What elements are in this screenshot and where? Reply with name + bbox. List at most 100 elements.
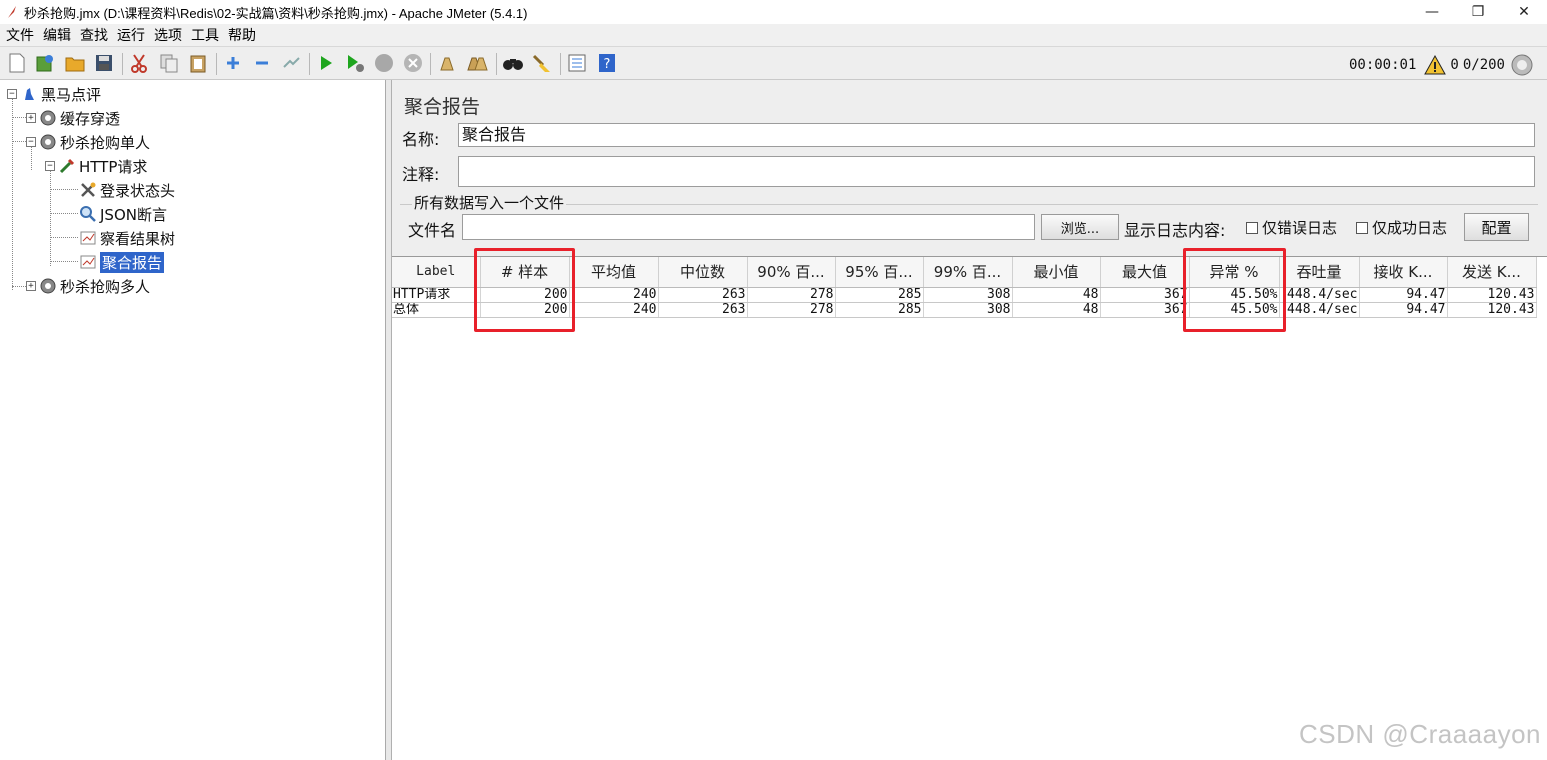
column-header-sent[interactable]: 发送 K...: [1447, 257, 1537, 288]
tree-node-flash-sale-single[interactable]: − 秒杀抢购单人: [26, 131, 150, 153]
maximize-button[interactable]: ❐: [1455, 0, 1501, 24]
watermark: CSDN @Craaaayon: [1299, 719, 1541, 749]
save-icon[interactable]: [93, 52, 115, 74]
column-header-median[interactable]: 中位数: [658, 257, 748, 288]
success-only-checkbox[interactable]: 仅成功日志: [1356, 217, 1447, 238]
listener-chart-icon: [79, 253, 97, 271]
table-cell: 308: [923, 287, 1013, 303]
templates-icon[interactable]: [34, 52, 56, 74]
thread-group-gear-icon: [39, 109, 57, 127]
tree-node-view-results-tree[interactable]: 察看结果树: [79, 227, 175, 249]
function-helper-icon[interactable]: [566, 52, 588, 74]
table-cell: 285: [835, 302, 924, 318]
window-title: 秒杀抢购.jmx (D:\课程资料\Redis\02-实战篇\资料\秒杀抢购.j…: [24, 5, 528, 21]
tree-label-flash-sale-single: 秒杀抢购单人: [60, 133, 151, 152]
tree-node-json-assertion[interactable]: JSON断言: [79, 203, 167, 225]
table-cell: 94.47: [1359, 302, 1448, 318]
reset-search-icon[interactable]: [531, 52, 553, 74]
tree-node-login-header[interactable]: 登录状态头: [79, 179, 175, 201]
new-icon[interactable]: [6, 52, 28, 74]
collapse-toggle[interactable]: −: [26, 137, 36, 147]
open-icon[interactable]: [64, 52, 86, 74]
collapse-toggle[interactable]: −: [7, 89, 17, 99]
tree-label-flash-sale-multi: 秒杀抢购多人: [60, 277, 151, 296]
column-header-label[interactable]: Label: [392, 257, 481, 288]
jmeter-feather-icon: [8, 6, 16, 18]
toolbar: ? 00:00:01 0 0/200: [0, 46, 1547, 80]
collapse-toggle[interactable]: −: [45, 161, 55, 171]
menu-file[interactable]: 文件: [6, 25, 34, 45]
test-status: 00:00:01 0 0/200: [1345, 54, 1533, 76]
column-header-p99[interactable]: 99% 百...: [923, 257, 1013, 288]
expand-toggle[interactable]: +: [26, 113, 36, 123]
search-icon[interactable]: [502, 52, 524, 74]
clear-icon[interactable]: [436, 52, 458, 74]
help-icon[interactable]: ?: [596, 52, 618, 74]
table-cell: 448.4/sec: [1279, 302, 1360, 318]
table-cell: 263: [658, 287, 748, 303]
minimize-button[interactable]: —: [1409, 0, 1455, 24]
column-header-min[interactable]: 最小值: [1012, 257, 1101, 288]
results-table-area: Label # 样本 平均值 中位数 90% 百... 95% 百... 99%…: [392, 248, 1547, 760]
menu-search[interactable]: 查找: [80, 25, 108, 45]
checkbox-box[interactable]: [1246, 221, 1258, 234]
column-header-throughput[interactable]: 吞吐量: [1279, 257, 1360, 288]
shutdown-icon[interactable]: [402, 52, 424, 74]
filename-input[interactable]: [462, 214, 1035, 240]
copy-icon[interactable]: [158, 52, 180, 74]
tree-label-cache-penetration: 缓存穿透: [60, 109, 121, 128]
toggle-icon[interactable]: [280, 52, 302, 74]
tree-node-http-request[interactable]: − HTTP请求: [45, 155, 147, 177]
menu-tools[interactable]: 工具: [191, 25, 219, 45]
close-button[interactable]: ✕: [1501, 0, 1547, 24]
svg-text:?: ?: [604, 57, 611, 72]
stop-icon[interactable]: [373, 52, 395, 74]
column-header-max[interactable]: 最大值: [1100, 257, 1190, 288]
checkbox-box[interactable]: [1356, 221, 1368, 234]
column-header-received[interactable]: 接收 K...: [1359, 257, 1448, 288]
warning-count: 0: [1450, 57, 1459, 73]
tree-node-aggregate-report[interactable]: 聚合报告: [79, 251, 165, 273]
tree-label-test-plan: 黑马点评: [41, 85, 102, 104]
expand-toggle[interactable]: +: [26, 281, 36, 291]
table-cell: 120.43: [1447, 302, 1537, 318]
warning-icon[interactable]: [1424, 55, 1447, 75]
tree-node-cache-penetration[interactable]: + 缓存穿透: [26, 107, 120, 129]
name-label: 名称:: [402, 130, 440, 149]
menu-options[interactable]: 选项: [154, 25, 182, 45]
comment-input[interactable]: [458, 156, 1535, 187]
errors-only-checkbox[interactable]: 仅错误日志: [1246, 217, 1337, 238]
tree-label-aggregate-report: 聚合报告: [100, 251, 165, 273]
configure-button[interactable]: 配置: [1464, 213, 1529, 241]
active-threads: 0/200: [1462, 57, 1505, 73]
start-icon[interactable]: [315, 52, 337, 74]
start-no-pause-icon[interactable]: [344, 52, 366, 74]
menu-run[interactable]: 运行: [117, 25, 145, 45]
table-cell: 94.47: [1359, 287, 1448, 303]
file-group-title: 所有数据写入一个文件: [412, 192, 567, 213]
browse-button[interactable]: 浏览...: [1041, 214, 1119, 240]
column-header-p95[interactable]: 95% 百...: [835, 257, 924, 288]
comment-label: 注释:: [402, 165, 440, 184]
column-header-average[interactable]: 平均值: [569, 257, 659, 288]
cut-icon[interactable]: [128, 52, 150, 74]
clear-all-icon[interactable]: [466, 52, 488, 74]
menu-edit[interactable]: 编辑: [43, 25, 71, 45]
table-cell: 120.43: [1447, 287, 1537, 303]
expand-icon[interactable]: [222, 52, 244, 74]
config-tools-icon: [79, 181, 97, 199]
table-cell: 285: [835, 287, 924, 303]
log-content-label: 显示日志内容:: [1124, 221, 1226, 240]
table-cell: 263: [658, 302, 748, 318]
menu-help[interactable]: 帮助: [228, 25, 256, 45]
paste-icon[interactable]: [187, 52, 209, 74]
table-cell: 48: [1012, 302, 1101, 318]
collapse-icon[interactable]: [251, 52, 273, 74]
tree-node-flash-sale-multi[interactable]: + 秒杀抢购多人: [26, 275, 150, 297]
column-header-p90[interactable]: 90% 百...: [747, 257, 836, 288]
tree-node-test-plan[interactable]: − 黑马点评: [7, 83, 101, 105]
name-input[interactable]: 聚合报告: [458, 123, 1535, 147]
error-highlight-box: [1183, 248, 1286, 332]
menu-bar: 文件 编辑 查找 运行 选项 工具 帮助: [0, 24, 1547, 46]
tree-label-login-header: 登录状态头: [100, 181, 176, 200]
